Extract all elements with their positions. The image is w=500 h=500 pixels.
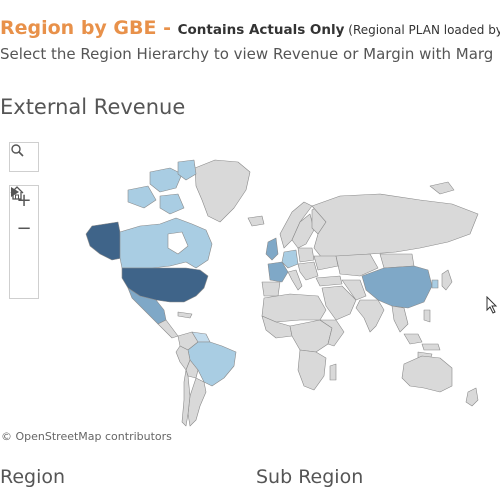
world-map[interactable] <box>0 130 500 448</box>
pan-tool-button[interactable] <box>10 187 38 298</box>
country-uk <box>265 237 279 261</box>
map-search-button[interactable] <box>9 142 39 172</box>
country-canada <box>119 217 213 269</box>
map-attribution: © OpenStreetMap contributors <box>1 430 172 443</box>
country-germany <box>281 249 299 269</box>
sub-region-filter-label: Sub Region <box>256 466 364 488</box>
dashboard-title: Region by GBE - Contains Actuals Only (R… <box>0 17 500 39</box>
title-sub: Contains Actuals Only <box>177 22 345 38</box>
country-russia <box>311 193 479 259</box>
country-ukraine <box>313 255 339 271</box>
play-icon <box>11 187 19 197</box>
map-zoom-controls: + − <box>9 185 39 299</box>
reset-map-button[interactable] <box>10 186 38 270</box>
country-se-asia <box>391 305 409 333</box>
country-brazil <box>187 341 237 387</box>
country-mongolia <box>379 253 415 269</box>
country-korea <box>431 279 439 289</box>
country-poland <box>297 247 315 263</box>
country-argentina <box>187 377 207 427</box>
country-japan <box>441 269 453 291</box>
section-title: External Revenue <box>0 95 186 119</box>
instruction-text: Select the Region Hierarchy to view Reve… <box>0 45 494 63</box>
title-main: Region by GBE - <box>0 17 178 39</box>
country-balkans <box>297 261 319 281</box>
country-central-africa <box>289 319 333 353</box>
country-southern-africa <box>297 349 327 391</box>
country-north-africa <box>261 293 327 323</box>
region-filter-label: Region <box>0 466 66 488</box>
revenue-map[interactable]: + − © OpenStreetMap contributors <box>0 130 500 448</box>
title-note: (Regional PLAN loaded by <box>344 23 500 37</box>
search-icon <box>11 144 24 157</box>
country-spain <box>261 281 281 297</box>
country-australia <box>401 355 453 393</box>
zoom-out-icon: − <box>16 217 32 239</box>
country-turkey <box>315 275 343 287</box>
mouse-cursor-icon <box>486 295 498 318</box>
country-india <box>355 299 385 333</box>
country-canada-arctic <box>149 167 183 193</box>
country-alaska <box>85 221 123 261</box>
country-italy <box>287 269 303 291</box>
country-greenland <box>194 159 251 223</box>
zoom-out-button[interactable]: − <box>10 214 38 242</box>
